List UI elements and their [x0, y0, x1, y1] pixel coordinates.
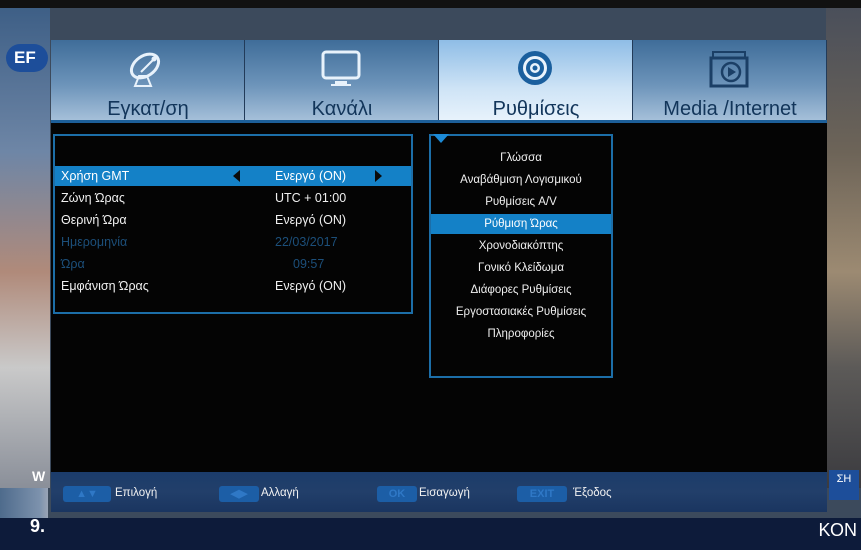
setting-row-summer-time[interactable]: Θερινή Ώρα Ενεργό (ON) — [55, 210, 411, 230]
tv-monitor-icon — [321, 50, 361, 86]
tabs-underline — [51, 120, 827, 123]
help-label: Εισαγωγή — [419, 487, 470, 499]
submenu-item-parental-lock[interactable]: Γονικό Κλείδωμα — [431, 258, 611, 278]
main-tabs: Εγκατ/ση Κανάλι Ρυθμίσεις Media /Interne… — [51, 40, 827, 122]
ticker-time: 9. — [30, 516, 46, 536]
up-down-key-icon: ▲▼ — [63, 486, 111, 502]
setting-value: UTC + 01:00 — [275, 191, 347, 205]
settings-menu: Εγκατ/ση Κανάλι Ρυθμίσεις Media /Interne… — [51, 40, 827, 512]
submenu-item-language[interactable]: Γλώσσα — [431, 148, 611, 168]
setting-row-show-time[interactable]: Εμφάνιση Ώρας Ενεργό (ON) — [55, 276, 411, 296]
help-label: Επιλογή — [115, 487, 158, 499]
tv-side-text: W — [32, 468, 46, 484]
submenu-item-misc-settings[interactable]: Διάφορες Ρυθμίσεις — [431, 280, 611, 300]
top-black-strip — [0, 0, 861, 8]
submenu-pointer-icon — [433, 134, 449, 143]
arrow-left-icon[interactable] — [233, 170, 240, 182]
channel-logo: EF — [6, 44, 48, 72]
news-ticker-bar — [0, 518, 861, 550]
submenu-item-software-upgrade[interactable]: Αναβάθμιση Λογισμικού — [431, 170, 611, 190]
exit-key-icon: EXIT — [517, 486, 567, 502]
submenu-item-information[interactable]: Πληροφορίες — [431, 324, 611, 344]
left-right-key-icon: ◀▶ — [219, 486, 259, 502]
submenu-item-timer[interactable]: Χρονοδιακόπτης — [431, 236, 611, 256]
setting-value: Ενεργό (ON) — [275, 213, 347, 227]
help-label: Έξοδος — [573, 487, 612, 499]
arrow-right-icon[interactable] — [375, 170, 382, 182]
gear-icon — [518, 51, 552, 85]
tab-installation-label: Εγκατ/ση — [107, 98, 189, 120]
setting-row-time-zone[interactable]: Ζώνη Ώρας UTC + 01:00 — [55, 188, 411, 208]
satellite-dish-icon — [129, 52, 161, 87]
submenu-item-time-setting[interactable]: Ρύθμιση Ώρας — [431, 214, 611, 234]
tab-settings-label: Ρυθμίσεις — [492, 98, 580, 120]
help-label: Αλλαγή — [261, 487, 299, 499]
tv-picture-left — [0, 8, 50, 488]
setting-row-use-gmt[interactable]: Χρήση GMT Ενεργό (ON) — [55, 166, 411, 186]
setting-label: Εμφάνιση Ώρας — [61, 279, 149, 293]
settings-submenu: Γλώσσα Αναβάθμιση Λογισμικού Ρυθμίσεις A… — [429, 134, 613, 378]
tab-settings[interactable]: Ρυθμίσεις — [439, 40, 633, 122]
setting-value: Ενεργό (ON) — [275, 279, 347, 293]
setting-row-date: Ημερομηνία 22/03/2017 — [55, 232, 411, 252]
setting-row-time: Ώρα 09:57 — [55, 254, 411, 274]
submenu-item-av-settings[interactable]: Ρυθμίσεις A/V — [431, 192, 611, 212]
setting-label: Ζώνη Ώρας — [61, 191, 125, 205]
tab-channel[interactable]: Κανάλι — [245, 40, 439, 122]
tab-installation[interactable]: Εγκατ/ση — [51, 40, 245, 122]
tab-media-internet-label: Media /Internet — [663, 98, 797, 120]
submenu-item-factory-settings[interactable]: Εργοστασιακές Ρυθμίσεις — [431, 302, 611, 322]
ticker-right-text: ΚΟΝ — [818, 520, 857, 540]
tv-side-badge: ΣΗ — [829, 470, 859, 500]
time-settings-panel: Χρήση GMT Ενεργό (ON) Ζώνη Ώρας UTC + 01… — [53, 134, 413, 314]
setting-value: 09:57 — [293, 257, 325, 271]
setting-label: Ημερομηνία — [61, 235, 128, 249]
help-bar: ▲▼ Επιλογή ◀▶ Αλλαγή OK Εισαγωγή EXIT Έξ… — [51, 472, 827, 512]
tab-channel-label: Κανάλι — [311, 98, 373, 120]
setting-label: Χρήση GMT — [61, 169, 130, 183]
ok-key-icon: OK — [377, 486, 417, 502]
tab-media-internet[interactable]: Media /Internet — [633, 40, 827, 122]
setting-value: 22/03/2017 — [275, 235, 338, 249]
tv-picture-right — [826, 8, 861, 488]
media-folder-icon — [709, 51, 749, 88]
tv-side-badge-text: ΣΗ — [836, 473, 852, 485]
setting-label: Θερινή Ώρα — [61, 213, 127, 227]
setting-label: Ώρα — [61, 257, 85, 271]
setting-value: Ενεργό (ON) — [275, 169, 347, 183]
